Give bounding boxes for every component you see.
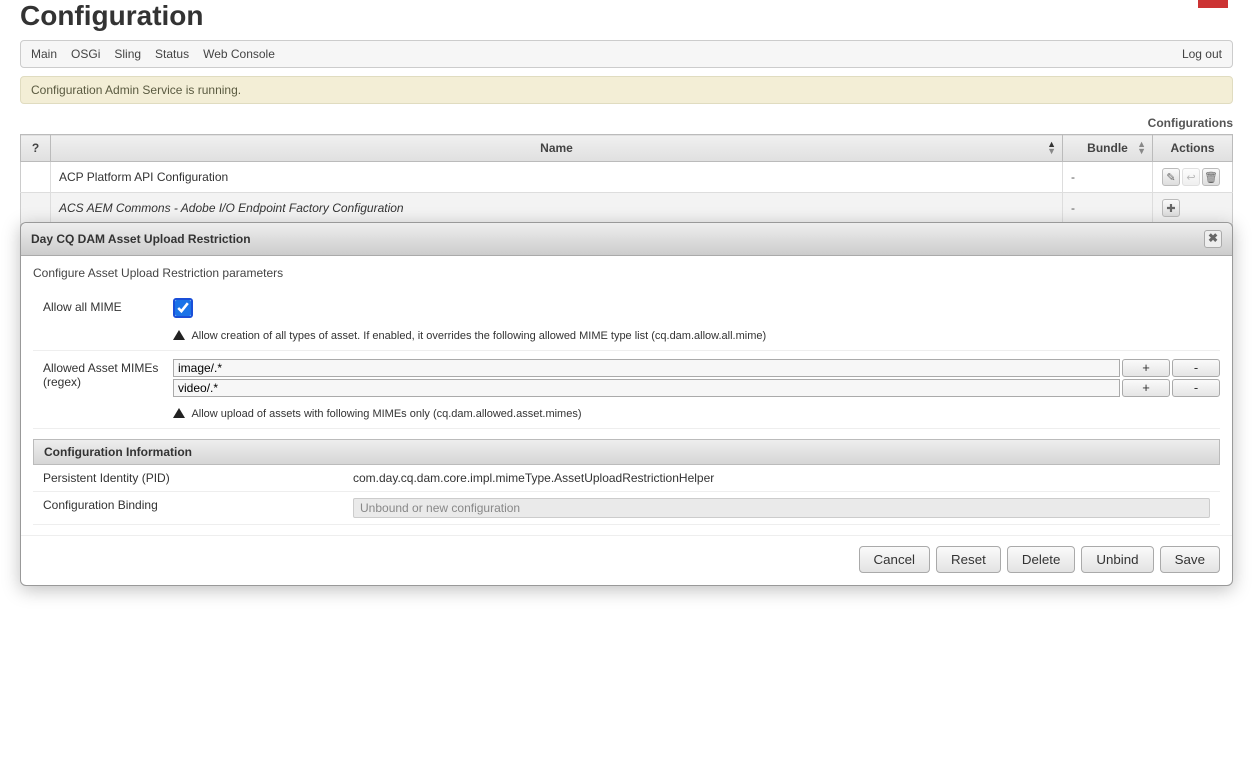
- add-icon[interactable]: ✚: [1162, 199, 1180, 217]
- mime-regex-input[interactable]: [173, 359, 1120, 377]
- row-bundle-cell: -: [1063, 162, 1153, 193]
- menu-item-main[interactable]: Main: [31, 47, 57, 61]
- menu-item-status[interactable]: Status: [155, 47, 189, 61]
- column-header-bundle-label: Bundle: [1087, 141, 1128, 155]
- unbind-button[interactable]: Unbind: [1081, 546, 1153, 573]
- row-name-cell[interactable]: ACP Platform API Configuration: [51, 162, 1063, 193]
- cancel-button[interactable]: Cancel: [859, 546, 931, 573]
- menu-bar: Main OSGi Sling Status Web Console Log out: [20, 40, 1233, 68]
- row-actions-cell: ✚: [1153, 193, 1233, 224]
- menu-item-web-console[interactable]: Web Console: [203, 47, 275, 61]
- warning-icon: [173, 408, 185, 418]
- table-row[interactable]: ACP Platform API Configuration-✎↩🗑: [21, 162, 1233, 193]
- delete-button[interactable]: Delete: [1007, 546, 1076, 573]
- row-help-cell: [21, 162, 51, 193]
- binding-label: Configuration Binding: [43, 498, 353, 518]
- allow-all-mime-hint: Allow creation of all types of asset. If…: [173, 329, 1220, 342]
- app-brand-accent: [1198, 0, 1228, 8]
- allowed-mimes-hint-text: Allow upload of assets with following MI…: [191, 408, 581, 420]
- row-actions-cell: ✎↩🗑: [1153, 162, 1233, 193]
- remove-mime-button[interactable]: -: [1172, 359, 1220, 377]
- column-header-help[interactable]: ?: [21, 135, 51, 162]
- dialog-title: Day CQ DAM Asset Upload Restriction: [31, 232, 251, 246]
- row-help-cell: [21, 193, 51, 224]
- save-button[interactable]: Save: [1160, 546, 1220, 573]
- menu-item-sling[interactable]: Sling: [114, 47, 141, 61]
- dialog-description: Configure Asset Upload Restriction param…: [33, 266, 1220, 280]
- close-icon[interactable]: ✖: [1204, 230, 1222, 248]
- allow-all-mime-checkbox[interactable]: [175, 300, 191, 316]
- allowed-mimes-hint: Allow upload of assets with following MI…: [173, 407, 1220, 420]
- pid-value: com.day.cq.dam.core.impl.mimeType.AssetU…: [353, 471, 1210, 485]
- menu-item-osgi[interactable]: OSGi: [71, 47, 100, 61]
- row-name-cell[interactable]: ACS AEM Commons - Adobe I/O Endpoint Fac…: [51, 193, 1063, 224]
- allow-all-mime-label: Allow all MIME: [33, 298, 173, 342]
- mime-regex-row: +-: [173, 379, 1220, 397]
- configurations-label: Configurations: [20, 116, 1233, 130]
- status-message: Configuration Admin Service is running.: [20, 76, 1233, 104]
- row-bundle-cell: -: [1063, 193, 1153, 224]
- mime-regex-row: +-: [173, 359, 1220, 377]
- page-title: Configuration: [20, 0, 1233, 32]
- add-mime-button[interactable]: +: [1122, 359, 1170, 377]
- mime-regex-input[interactable]: [173, 379, 1120, 397]
- config-info-header: Configuration Information: [33, 439, 1220, 465]
- column-header-bundle[interactable]: Bundle ▲▼: [1063, 135, 1153, 162]
- binding-value: Unbound or new configuration: [353, 498, 1210, 518]
- column-header-name-label: Name: [540, 141, 573, 155]
- logout-link[interactable]: Log out: [1182, 47, 1222, 61]
- column-header-name[interactable]: Name ▲▼: [51, 135, 1063, 162]
- allowed-mimes-label: Allowed Asset MIMEs (regex): [33, 359, 173, 420]
- table-row[interactable]: ACS AEM Commons - Adobe I/O Endpoint Fac…: [21, 193, 1233, 224]
- config-dialog: Day CQ DAM Asset Upload Restriction ✖ Co…: [20, 222, 1233, 586]
- reset-button[interactable]: Reset: [936, 546, 1001, 573]
- delete-icon[interactable]: 🗑: [1202, 168, 1220, 186]
- copy-icon: ↩: [1182, 168, 1200, 186]
- warning-icon: [173, 330, 185, 340]
- add-mime-button[interactable]: +: [1122, 379, 1170, 397]
- edit-icon[interactable]: ✎: [1162, 168, 1180, 186]
- allow-all-mime-hint-text: Allow creation of all types of asset. If…: [191, 330, 766, 342]
- remove-mime-button[interactable]: -: [1172, 379, 1220, 397]
- sort-icon: ▲▼: [1047, 141, 1056, 155]
- pid-label: Persistent Identity (PID): [43, 471, 353, 485]
- dialog-header: Day CQ DAM Asset Upload Restriction ✖: [21, 223, 1232, 256]
- sort-icon: ▲▼: [1137, 141, 1146, 155]
- column-header-actions: Actions: [1153, 135, 1233, 162]
